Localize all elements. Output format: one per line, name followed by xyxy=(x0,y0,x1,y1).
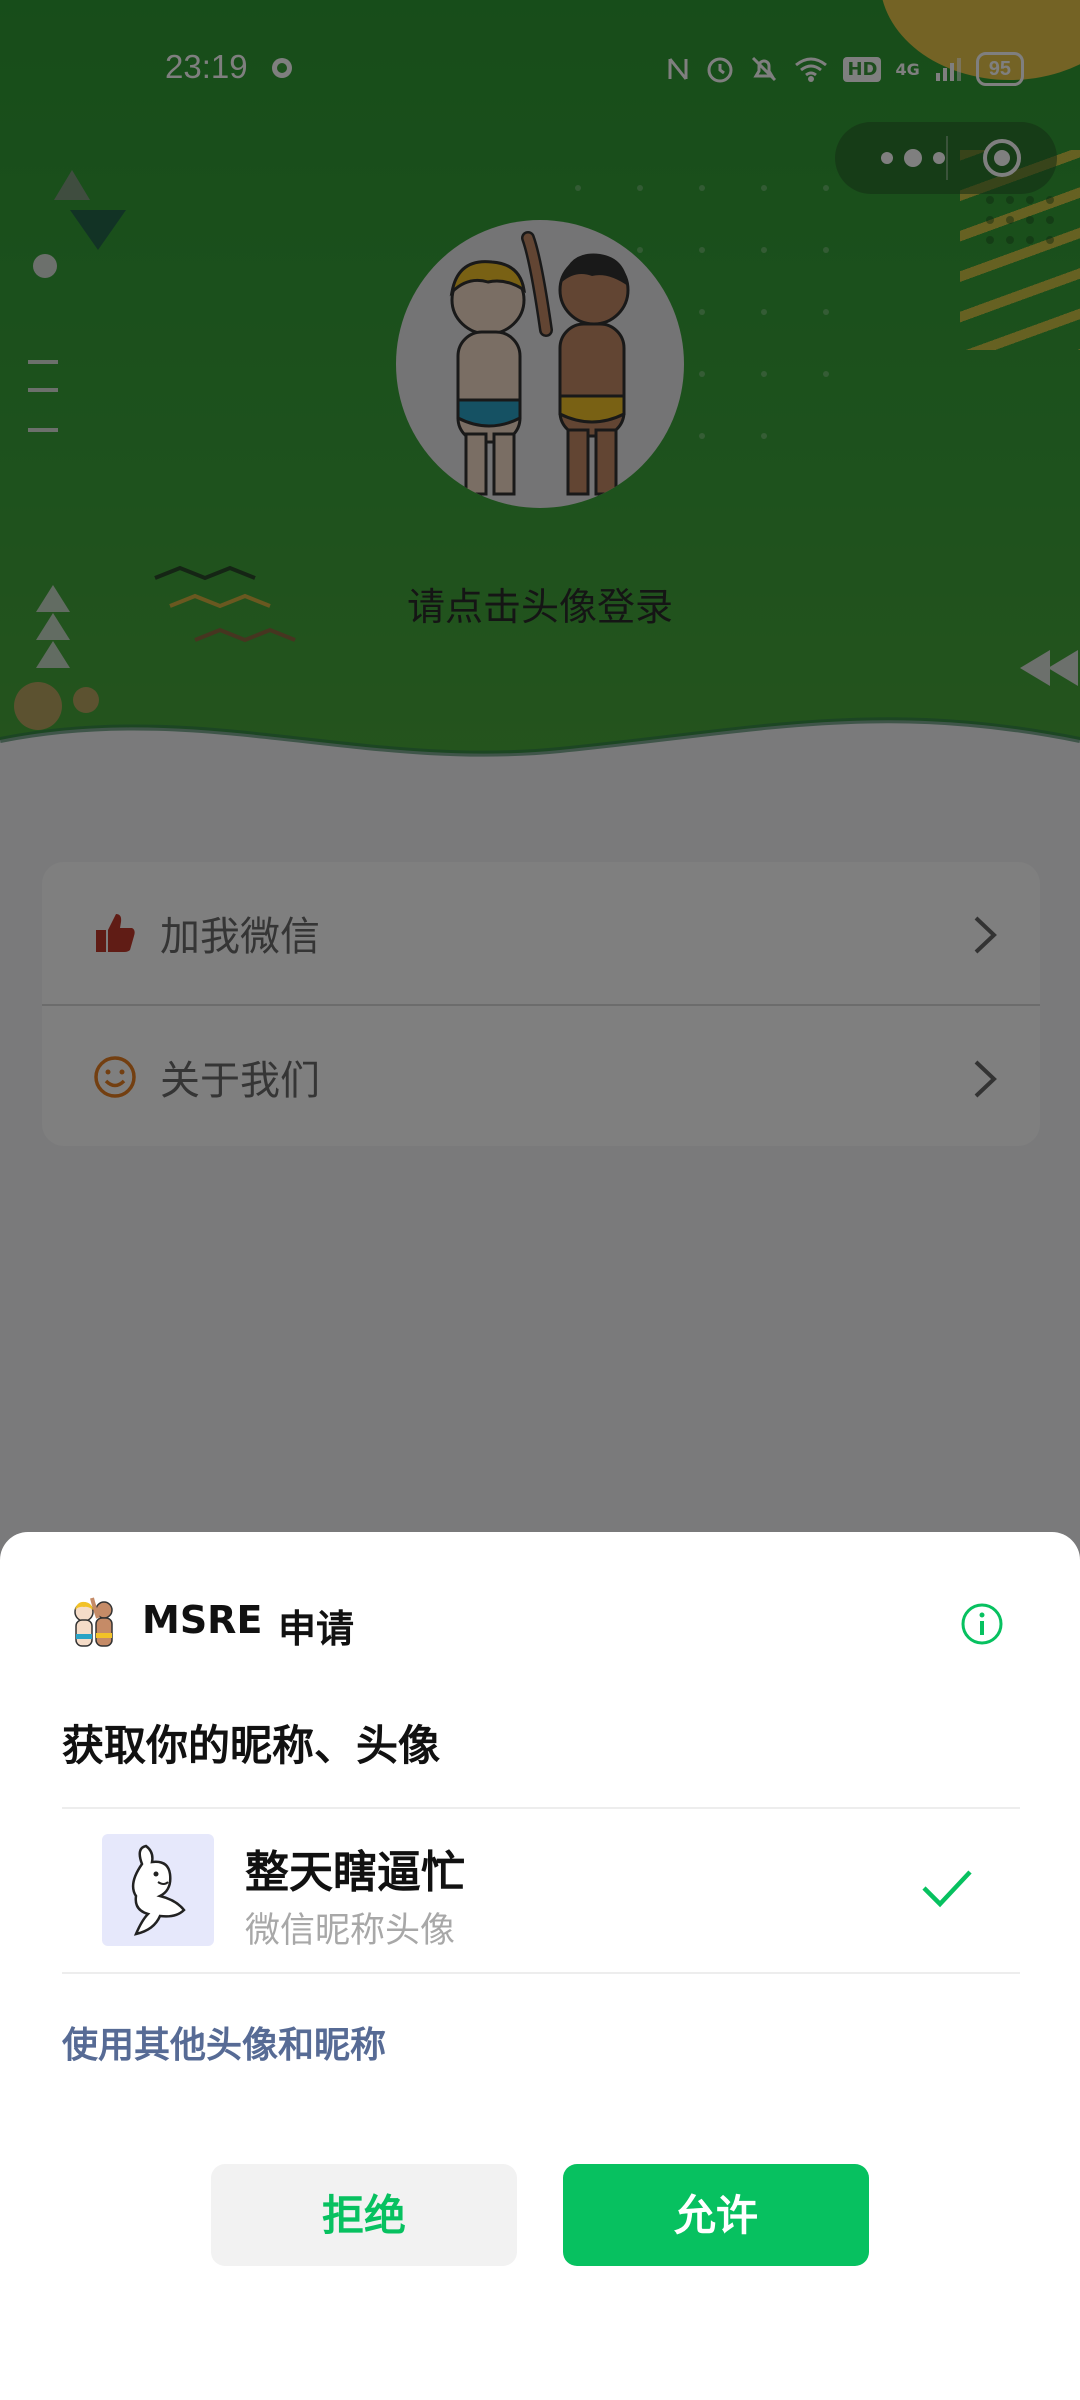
app-name: MSRE xyxy=(142,1598,263,1642)
nickname: 整天瞎逼忙 xyxy=(245,1847,465,1898)
check-icon[interactable] xyxy=(920,1866,974,1910)
profile-avatar xyxy=(102,1834,214,1946)
use-other-profile-link[interactable]: 使用其他头像和昵称 xyxy=(62,2016,386,2068)
reject-button[interactable]: 拒绝 xyxy=(211,2164,517,2266)
dog-avatar-icon xyxy=(131,1844,186,1936)
divider xyxy=(62,1807,1020,1809)
apply-label: 申请 xyxy=(278,1607,355,1651)
sheet-title: 获取你的昵称、头像 xyxy=(62,1721,441,1770)
authorization-sheet: MSRE 申请 获取你的昵称、头像 整天瞎逼忙 微信昵称头像 使用其他头像和昵称… xyxy=(0,1532,1080,2400)
nickname-subtitle: 微信昵称头像 xyxy=(245,1911,456,1951)
divider xyxy=(62,1972,1020,1974)
allow-button[interactable]: 允许 xyxy=(563,2164,869,2266)
app-logo-icon xyxy=(74,1597,113,1647)
info-icon[interactable] xyxy=(960,1602,1004,1646)
